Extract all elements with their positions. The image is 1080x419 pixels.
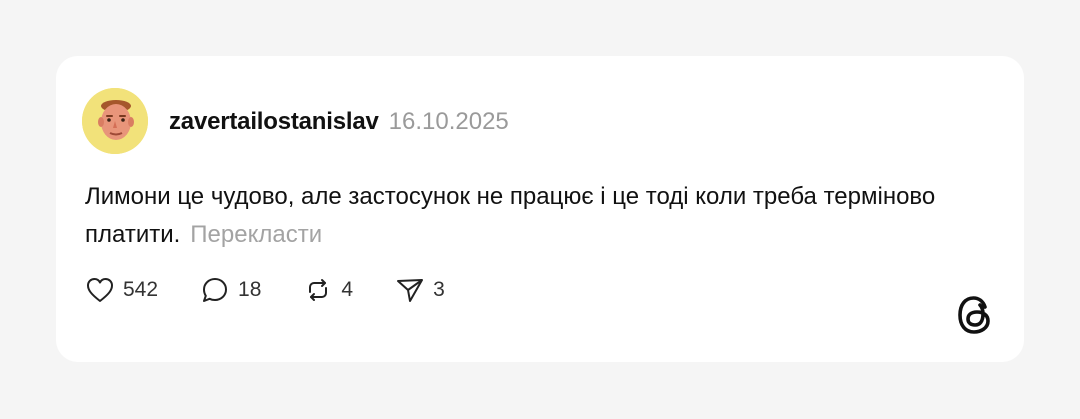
- reply-count: 18: [238, 278, 262, 301]
- post-date: 16.10.2025: [388, 108, 509, 135]
- threads-logo-icon[interactable]: [956, 294, 994, 336]
- post-header: zavertailostanislav 16.10.2025: [169, 108, 509, 136]
- reply-button[interactable]: 18: [200, 276, 261, 304]
- repost-button[interactable]: 4: [303, 276, 353, 304]
- action-bar: 542 18 4 3: [85, 276, 487, 304]
- like-button[interactable]: 542: [85, 276, 158, 304]
- share-button[interactable]: 3: [395, 276, 445, 304]
- translate-link[interactable]: Перекласти: [190, 221, 322, 248]
- avatar[interactable]: [82, 88, 148, 154]
- post-body: Лимони це чудово, але застосунок не прац…: [85, 178, 965, 254]
- share-count: 3: [433, 278, 445, 301]
- like-count: 542: [123, 278, 159, 301]
- username[interactable]: zavertailostanislav: [169, 108, 379, 136]
- repost-icon: [303, 276, 333, 304]
- repost-count: 4: [341, 278, 354, 301]
- speech-bubble-icon: [200, 276, 230, 304]
- avatar-face-illustration: [82, 88, 148, 154]
- heart-icon: [85, 276, 115, 304]
- paper-plane-icon: [395, 276, 425, 304]
- post-card: zavertailostanislav 16.10.2025 Лимони це…: [56, 56, 1024, 362]
